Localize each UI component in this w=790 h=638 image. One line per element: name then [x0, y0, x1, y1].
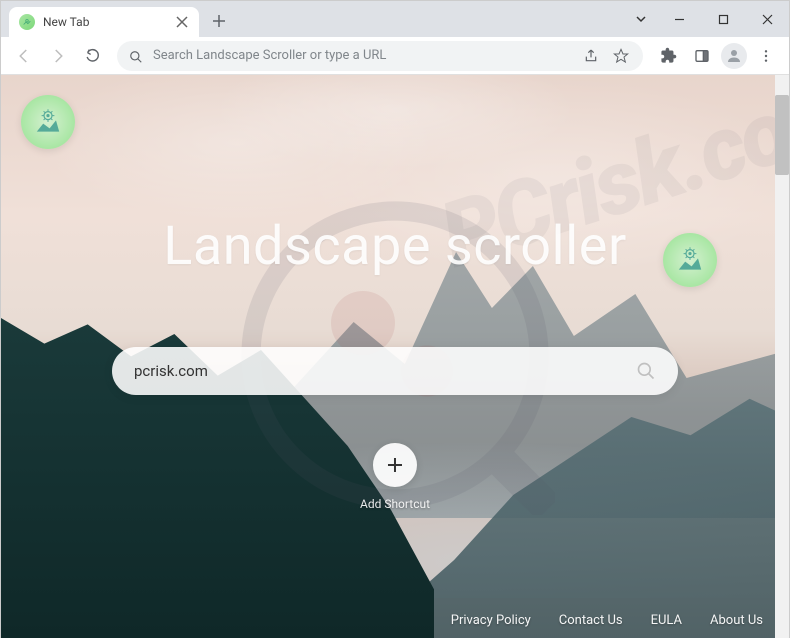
titlebar: New Tab — [1, 1, 789, 37]
minimize-button[interactable] — [657, 4, 701, 34]
search-input[interactable] — [134, 362, 636, 380]
omnibox[interactable]: Search Landscape Scroller or type a URL — [117, 41, 643, 71]
search-icon[interactable] — [636, 361, 656, 381]
search-icon — [129, 49, 143, 63]
star-icon[interactable] — [611, 41, 631, 71]
page-content: PCrisk.com Landscape scroller Add Shortc… — [1, 75, 789, 638]
extension-logo-icon[interactable] — [21, 95, 75, 149]
add-shortcut-button[interactable]: Add Shortcut — [360, 443, 430, 511]
add-shortcut-label: Add Shortcut — [360, 497, 430, 511]
more-vert-icon[interactable] — [751, 41, 781, 71]
footer-links: Privacy Policy Contact Us EULA About Us — [451, 613, 763, 628]
window-controls — [625, 1, 789, 37]
tab-favicon — [19, 14, 35, 30]
chevron-down-icon[interactable] — [625, 12, 657, 26]
hero-title: Landscape scroller — [163, 215, 627, 278]
scrollbar[interactable] — [775, 75, 789, 638]
reload-button[interactable] — [77, 41, 107, 71]
toolbar: Search Landscape Scroller or type a URL — [1, 37, 789, 75]
footer-link-about[interactable]: About Us — [710, 613, 763, 628]
footer-link-contact[interactable]: Contact Us — [559, 613, 623, 628]
back-button[interactable] — [9, 41, 39, 71]
puzzle-icon[interactable] — [653, 41, 683, 71]
new-tab-button[interactable] — [205, 7, 233, 35]
profile-button[interactable] — [721, 43, 747, 69]
window-close-button[interactable] — [745, 4, 789, 34]
extension-logo-icon[interactable] — [663, 233, 717, 287]
browser-tab[interactable]: New Tab — [9, 7, 199, 37]
forward-button[interactable] — [43, 41, 73, 71]
omnibox-placeholder: Search Landscape Scroller or type a URL — [153, 48, 571, 63]
scrollbar-thumb[interactable] — [775, 95, 789, 175]
search-bar[interactable] — [112, 347, 678, 395]
tab-title: New Tab — [43, 15, 167, 29]
maximize-button[interactable] — [701, 4, 745, 34]
panel-icon[interactable] — [687, 41, 717, 71]
footer-link-eula[interactable]: EULA — [651, 613, 682, 628]
close-icon[interactable] — [175, 15, 189, 29]
share-icon[interactable] — [581, 41, 601, 71]
footer-link-privacy[interactable]: Privacy Policy — [451, 613, 531, 628]
plus-icon — [373, 443, 417, 487]
